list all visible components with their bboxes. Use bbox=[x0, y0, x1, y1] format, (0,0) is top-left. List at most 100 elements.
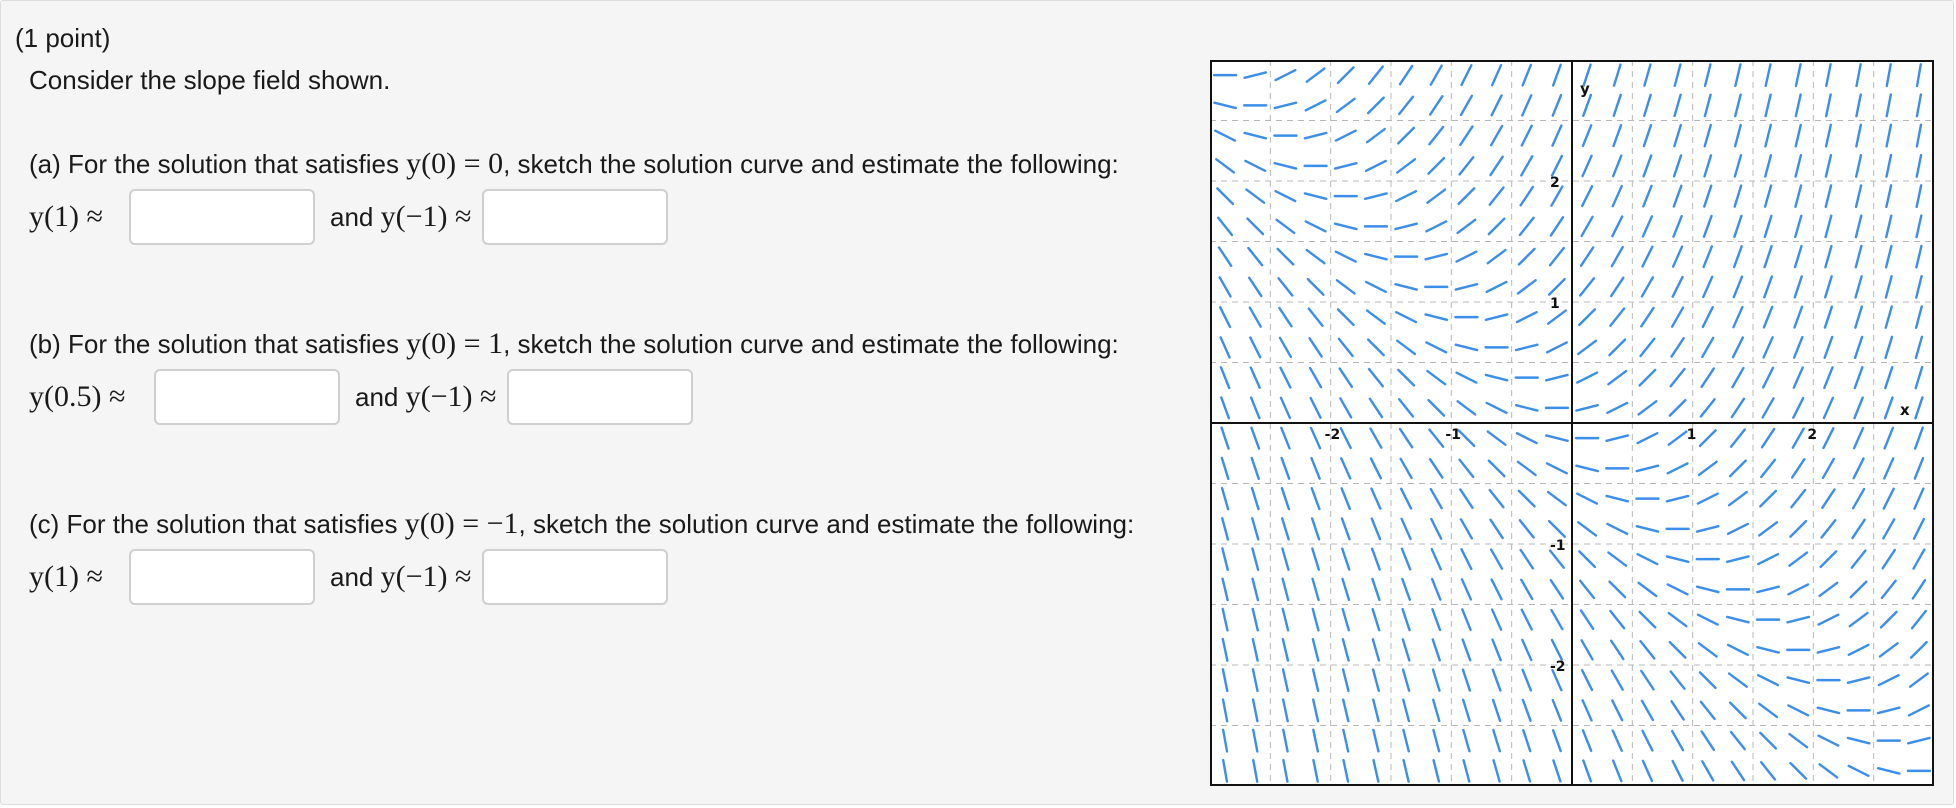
slope-segment bbox=[1821, 457, 1836, 480]
slope-segment bbox=[1334, 129, 1357, 142]
slope-segment bbox=[1521, 698, 1532, 722]
slope-segment bbox=[1367, 65, 1384, 85]
y-tick-label: 1 bbox=[1550, 296, 1560, 312]
slope-segment bbox=[1397, 368, 1416, 387]
problem-panel: (1 point) Consider the slope field shown… bbox=[0, 0, 1954, 805]
x-tick-label: 2 bbox=[1807, 427, 1817, 443]
slope-segment bbox=[1340, 517, 1351, 541]
slope-segment bbox=[1401, 607, 1411, 632]
slope-segment bbox=[1854, 153, 1863, 178]
slope-segment bbox=[1371, 607, 1381, 632]
slope-segment bbox=[1824, 123, 1833, 148]
slope-segment bbox=[1245, 188, 1266, 204]
slope-segment bbox=[1668, 398, 1687, 417]
slope-segment bbox=[1522, 728, 1532, 753]
slope-segment bbox=[1516, 279, 1537, 295]
slope-segment bbox=[1364, 192, 1388, 200]
slope-segment bbox=[1461, 638, 1472, 662]
slope-segment bbox=[1611, 729, 1623, 752]
slope-segment bbox=[1281, 577, 1290, 602]
slope-segment bbox=[1517, 247, 1536, 266]
slope-segment bbox=[1551, 698, 1563, 722]
part-c-answer-1-input[interactable] bbox=[129, 549, 315, 605]
slope-segment bbox=[1701, 760, 1715, 782]
slope-segment bbox=[1824, 184, 1833, 208]
part-c-answer-2-input[interactable] bbox=[482, 549, 668, 605]
slope-segment bbox=[1335, 97, 1356, 114]
slope-segment bbox=[1913, 456, 1925, 480]
slope-segment bbox=[1915, 93, 1923, 118]
slope-segment bbox=[1337, 337, 1354, 358]
slope-segment bbox=[1819, 550, 1838, 569]
slope-segment bbox=[1521, 638, 1533, 662]
part-b-answer-1-input[interactable] bbox=[154, 369, 340, 425]
slope-segment bbox=[1550, 638, 1564, 661]
slope-segment bbox=[1641, 245, 1654, 268]
slope-segment bbox=[1697, 460, 1718, 477]
slope-segment bbox=[1788, 732, 1809, 749]
slope-segment bbox=[1915, 63, 1923, 88]
slope-segment bbox=[1824, 244, 1833, 269]
slope-segment bbox=[1847, 764, 1870, 777]
slope-segment bbox=[1643, 63, 1652, 87]
slope-segment bbox=[1911, 579, 1927, 600]
slope-segment bbox=[1364, 280, 1387, 293]
slope-segment bbox=[1459, 518, 1474, 540]
slope-segment bbox=[1365, 309, 1386, 325]
slope-segment bbox=[1249, 366, 1261, 389]
slope-segment bbox=[1670, 729, 1685, 752]
slope-segment bbox=[1612, 124, 1623, 148]
slope-segment bbox=[1794, 184, 1803, 208]
part-a-answer-1-input[interactable] bbox=[129, 189, 315, 245]
slope-segment bbox=[1823, 305, 1834, 329]
slope-segment bbox=[1639, 337, 1656, 358]
slope-segment bbox=[1698, 429, 1717, 448]
slope-segment bbox=[1221, 517, 1230, 541]
part-c-and: and bbox=[330, 562, 381, 592]
slope-segment bbox=[1612, 93, 1622, 118]
slope-segment bbox=[1852, 426, 1865, 450]
point-value: (1 point) bbox=[15, 23, 111, 53]
slope-segment bbox=[1216, 187, 1235, 206]
part-b-answer-2-input[interactable] bbox=[507, 369, 693, 425]
slope-segment bbox=[1338, 367, 1354, 388]
slope-segment bbox=[1576, 371, 1599, 384]
slope-segment bbox=[1492, 759, 1501, 783]
slope-segment bbox=[1910, 609, 1927, 630]
slope-segment bbox=[1342, 758, 1350, 783]
slope-segment bbox=[1303, 131, 1328, 140]
slope-segment bbox=[1484, 313, 1509, 321]
slope-segment bbox=[1849, 580, 1868, 599]
slope-segment bbox=[1817, 734, 1840, 747]
slope-segment bbox=[1490, 578, 1503, 601]
slope-segment bbox=[1909, 640, 1928, 659]
slope-segment bbox=[1336, 308, 1355, 327]
slope-segment bbox=[1545, 341, 1568, 354]
slope-segment bbox=[1610, 245, 1624, 268]
slope-segment bbox=[1764, 93, 1772, 118]
slope-segment bbox=[1764, 123, 1772, 148]
slope-segment bbox=[1371, 638, 1381, 662]
slope-segment bbox=[1280, 486, 1291, 511]
slope-segment bbox=[1520, 155, 1534, 177]
slope-segment bbox=[1787, 704, 1810, 717]
slope-segment bbox=[1304, 220, 1327, 233]
slope-segment bbox=[1885, 123, 1893, 148]
slope-segment bbox=[1703, 63, 1712, 87]
slope-segment bbox=[1610, 669, 1624, 691]
slope-segment bbox=[1612, 63, 1622, 87]
slope-segment bbox=[1855, 123, 1863, 148]
slope-segment bbox=[1428, 95, 1444, 116]
slope-segment bbox=[1432, 759, 1441, 783]
slope-segment bbox=[1220, 396, 1231, 420]
slope-segment bbox=[1883, 457, 1895, 480]
slope-segment bbox=[1636, 553, 1659, 566]
part-a-answer-2-input[interactable] bbox=[482, 189, 668, 245]
slope-segment bbox=[1876, 706, 1901, 715]
x-tick-label: -1 bbox=[1445, 427, 1461, 443]
slope-segment bbox=[1545, 373, 1569, 382]
slope-segment bbox=[1791, 427, 1805, 449]
slope-segment bbox=[1244, 159, 1267, 172]
problem-intro: Consider the slope field shown. bbox=[29, 65, 391, 95]
slope-segment bbox=[1793, 275, 1803, 299]
